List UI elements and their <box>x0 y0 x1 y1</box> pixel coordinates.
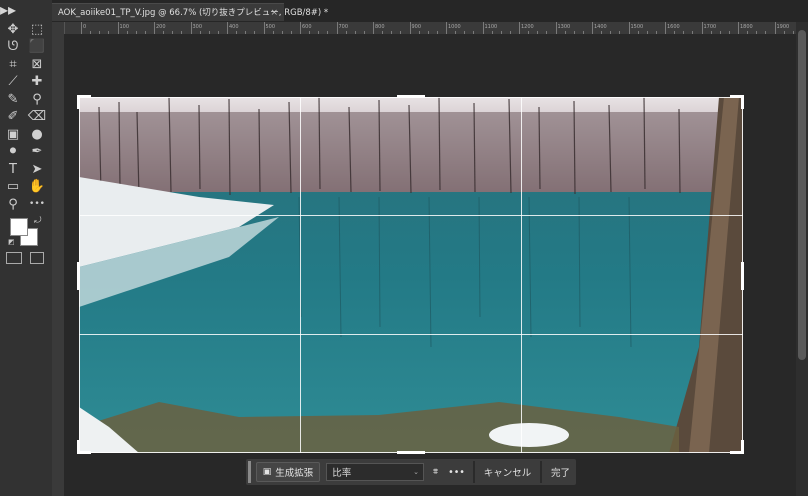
ruler-label: 1200 <box>521 24 534 30</box>
done-button[interactable]: 完了 <box>545 462 576 482</box>
ruler-tick <box>263 22 265 34</box>
ruler-label: 0 <box>83 24 87 30</box>
ruler-tick <box>409 22 411 34</box>
ruler-tick <box>555 22 557 34</box>
ruler-tick <box>117 22 119 34</box>
ruler-tick <box>701 22 703 34</box>
crop-handle-bottom-left[interactable] <box>77 440 80 454</box>
ruler-tick <box>446 22 447 34</box>
crop-handle-top-left[interactable] <box>77 95 80 109</box>
generative-expand-label: 生成拡張 <box>275 468 314 479</box>
generative-expand-icon: ▣ <box>262 467 272 477</box>
ruler-label: 500 <box>265 24 276 30</box>
ruler-tick <box>774 22 776 34</box>
ratio-select[interactable]: 比率 ⌄ <box>326 463 425 481</box>
ruler-label: 200 <box>156 24 166 30</box>
contextual-task-bar: ▣ 生成拡張 比率 ⌄ ⩨ ••• キャンセル 完了 <box>246 459 576 485</box>
close-tab-icon[interactable]: × <box>270 4 278 22</box>
document-tab[interactable]: AOK_aoiike01_TP_V.jpg @ 66.7% (切り抜きプレビュー… <box>52 3 328 22</box>
ruler-label: 1000 <box>448 24 461 30</box>
ruler-tick <box>81 22 82 34</box>
ruler-tick <box>336 22 338 34</box>
ruler-label: 1800 <box>740 24 753 30</box>
ruler-label: 1100 <box>484 24 498 30</box>
ruler-label: 1900 <box>776 24 790 30</box>
vertical-scrollbar[interactable] <box>796 22 808 496</box>
ruler-label: 1700 <box>703 24 717 30</box>
default-colors-icon[interactable]: ◩ <box>8 238 15 246</box>
swap-colors-icon[interactable]: ⤾ <box>34 216 42 226</box>
scrollbar-thumb[interactable] <box>798 30 806 360</box>
task-bar-divider <box>472 461 475 483</box>
ruler-tick <box>592 22 593 34</box>
more-options-button[interactable]: ••• <box>443 462 470 482</box>
ruler-label: 100 <box>119 24 130 30</box>
ratio-select-value: 比率 <box>332 468 352 479</box>
foreground-color-swatch[interactable] <box>10 218 28 236</box>
crop-handle-left[interactable] <box>77 262 80 290</box>
ruler-tick <box>519 22 520 34</box>
ruler-label: 1600 <box>667 24 680 30</box>
cancel-label: キャンセル <box>483 468 532 479</box>
ruler-tick <box>227 22 228 34</box>
ruler-tick <box>665 22 666 34</box>
quick-mask-icon[interactable] <box>6 252 22 264</box>
done-label: 完了 <box>550 468 570 479</box>
panel-grip-icon[interactable]: ▸▸ <box>0 0 52 19</box>
ruler-tick <box>482 22 484 34</box>
ruler-tick <box>628 22 630 34</box>
ruler-tick <box>373 22 374 34</box>
more-options-icon: ••• <box>448 466 465 478</box>
ruler-tick <box>300 22 301 34</box>
ruler-label: 1300 <box>557 24 571 30</box>
crop-handle-bottom-right[interactable] <box>741 440 744 454</box>
tools-panel: ▸▸ ✥ ⬚ ᘎ ⬛ ⌗ ⊠ ⟋ ✚ ✎ ⚲ ✐ ⌫ ▣ ● ⚫ ✒ T ➤ ▭ ✋ ⚲ ••• ⤾ ◩ <box>0 0 52 496</box>
crop-border <box>79 97 743 453</box>
ruler-label: 600 <box>302 24 312 30</box>
ruler-corner <box>52 22 64 34</box>
crop-handle-bottom[interactable] <box>397 451 425 454</box>
cancel-button[interactable]: キャンセル <box>478 462 538 482</box>
more-tools-icon[interactable]: ••• <box>26 193 48 215</box>
ruler-label: 400 <box>229 24 239 30</box>
screen-mode-icon[interactable] <box>30 252 44 264</box>
crop-handle-right[interactable] <box>741 262 744 290</box>
ruler-label: 300 <box>192 24 203 30</box>
crop-handle-top-right[interactable] <box>741 95 744 109</box>
chevron-down-icon: ⌄ <box>413 468 420 476</box>
straighten-icon: ⩨ <box>433 467 439 477</box>
task-bar-divider <box>540 461 542 483</box>
crop-handle-top[interactable] <box>397 95 425 98</box>
ruler-tick <box>154 22 155 34</box>
ruler-tick <box>190 22 192 34</box>
document-tab-title: AOK_aoiike01_TP_V.jpg @ 66.7% (切り抜きプレビュー… <box>58 8 329 18</box>
zoom-tool-icon[interactable]: ⚲ <box>2 193 24 215</box>
ruler-label: 1400 <box>594 24 607 30</box>
generative-expand-button[interactable]: ▣ 生成拡張 <box>255 462 321 482</box>
task-bar-grip[interactable] <box>248 461 251 483</box>
ruler-tick <box>738 22 739 34</box>
ruler-label: 800 <box>375 24 385 30</box>
ruler-label: 1500 <box>630 24 644 30</box>
straighten-button[interactable]: ⩨ <box>428 462 443 482</box>
ruler-label: 700 <box>338 24 349 30</box>
ruler-label: 900 <box>411 24 422 30</box>
